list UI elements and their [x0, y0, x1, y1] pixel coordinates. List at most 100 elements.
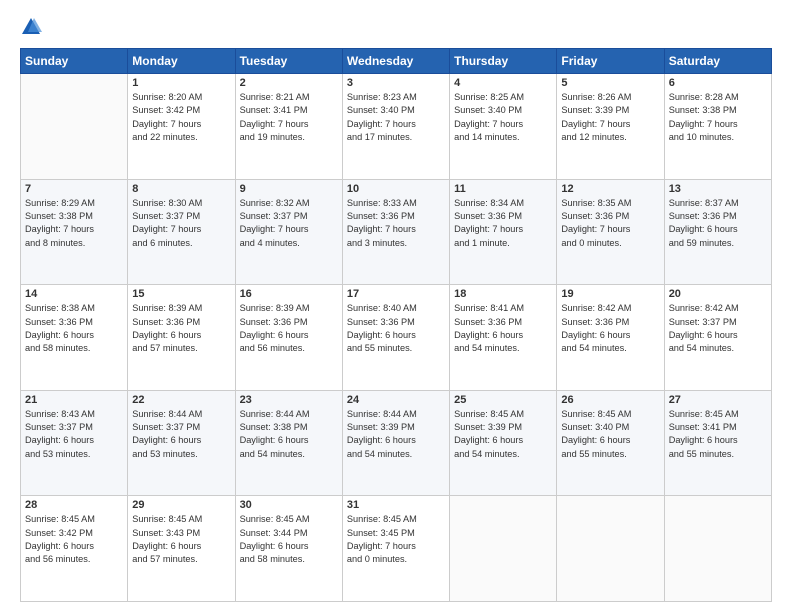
calendar-cell: 30 Sunrise: 8:45 AM Sunset: 3:44 PM Dayli… — [235, 496, 342, 602]
day-number: 15 — [132, 288, 230, 300]
day-info: Sunrise: 8:44 AM Sunset: 3:38 PM Dayligh… — [240, 408, 338, 461]
calendar-cell: 27 Sunrise: 8:45 AM Sunset: 3:41 PM Dayli… — [664, 390, 771, 496]
day-info: Sunrise: 8:44 AM Sunset: 3:37 PM Dayligh… — [132, 408, 230, 461]
day-info: Sunrise: 8:45 AM Sunset: 3:43 PM Dayligh… — [132, 513, 230, 566]
day-info: Sunrise: 8:32 AM Sunset: 3:37 PM Dayligh… — [240, 197, 338, 250]
calendar-cell: 24 Sunrise: 8:44 AM Sunset: 3:39 PM Dayli… — [342, 390, 449, 496]
weekday-header-monday: Monday — [128, 49, 235, 74]
day-info: Sunrise: 8:34 AM Sunset: 3:36 PM Dayligh… — [454, 197, 552, 250]
day-info: Sunrise: 8:45 AM Sunset: 3:45 PM Dayligh… — [347, 513, 445, 566]
calendar-cell: 10 Sunrise: 8:33 AM Sunset: 3:36 PM Dayli… — [342, 179, 449, 285]
calendar-cell: 1 Sunrise: 8:20 AM Sunset: 3:42 PM Daylig… — [128, 74, 235, 180]
calendar-cell: 29 Sunrise: 8:45 AM Sunset: 3:43 PM Dayli… — [128, 496, 235, 602]
day-info: Sunrise: 8:45 AM Sunset: 3:42 PM Dayligh… — [25, 513, 123, 566]
day-info: Sunrise: 8:40 AM Sunset: 3:36 PM Dayligh… — [347, 302, 445, 355]
weekday-header-thursday: Thursday — [450, 49, 557, 74]
day-number: 31 — [347, 499, 445, 511]
day-info: Sunrise: 8:43 AM Sunset: 3:37 PM Dayligh… — [25, 408, 123, 461]
day-info: Sunrise: 8:38 AM Sunset: 3:36 PM Dayligh… — [25, 302, 123, 355]
day-number: 5 — [561, 77, 659, 89]
calendar-cell: 21Sunrise: 8:43 AM Sunset: 3:37 PM Dayli… — [21, 390, 128, 496]
calendar-cell — [557, 496, 664, 602]
calendar-page: SundayMondayTuesdayWednesdayThursdayFrid… — [0, 0, 792, 612]
weekday-header-row: SundayMondayTuesdayWednesdayThursdayFrid… — [21, 49, 772, 74]
day-number: 23 — [240, 394, 338, 406]
calendar-cell: 3 Sunrise: 8:23 AM Sunset: 3:40 PM Daylig… — [342, 74, 449, 180]
day-number: 25 — [454, 394, 552, 406]
calendar-cell — [664, 496, 771, 602]
day-info: Sunrise: 8:45 AM Sunset: 3:41 PM Dayligh… — [669, 408, 767, 461]
calendar-table: SundayMondayTuesdayWednesdayThursdayFrid… — [20, 48, 772, 602]
day-info: Sunrise: 8:25 AM Sunset: 3:40 PM Dayligh… — [454, 91, 552, 144]
calendar-cell: 2 Sunrise: 8:21 AM Sunset: 3:41 PM Daylig… — [235, 74, 342, 180]
day-info: Sunrise: 8:44 AM Sunset: 3:39 PM Dayligh… — [347, 408, 445, 461]
calendar-cell: 25 Sunrise: 8:45 AM Sunset: 3:39 PM Dayli… — [450, 390, 557, 496]
day-info: Sunrise: 8:39 AM Sunset: 3:36 PM Dayligh… — [240, 302, 338, 355]
day-number: 9 — [240, 183, 338, 195]
day-number: 17 — [347, 288, 445, 300]
day-info: Sunrise: 8:33 AM Sunset: 3:36 PM Dayligh… — [347, 197, 445, 250]
weekday-header-wednesday: Wednesday — [342, 49, 449, 74]
weekday-header-friday: Friday — [557, 49, 664, 74]
calendar-cell: 13 Sunrise: 8:37 AM Sunset: 3:36 PM Dayli… — [664, 179, 771, 285]
day-info: Sunrise: 8:21 AM Sunset: 3:41 PM Dayligh… — [240, 91, 338, 144]
calendar-cell: 26 Sunrise: 8:45 AM Sunset: 3:40 PM Dayli… — [557, 390, 664, 496]
day-number: 12 — [561, 183, 659, 195]
week-row-1: 1 Sunrise: 8:20 AM Sunset: 3:42 PM Daylig… — [21, 74, 772, 180]
calendar-cell: 4 Sunrise: 8:25 AM Sunset: 3:40 PM Daylig… — [450, 74, 557, 180]
day-number: 30 — [240, 499, 338, 511]
day-info: Sunrise: 8:45 AM Sunset: 3:40 PM Dayligh… — [561, 408, 659, 461]
weekday-header-sunday: Sunday — [21, 49, 128, 74]
day-number: 2 — [240, 77, 338, 89]
day-number: 11 — [454, 183, 552, 195]
day-info: Sunrise: 8:28 AM Sunset: 3:38 PM Dayligh… — [669, 91, 767, 144]
day-info: Sunrise: 8:20 AM Sunset: 3:42 PM Dayligh… — [132, 91, 230, 144]
day-number: 10 — [347, 183, 445, 195]
week-row-2: 7 Sunrise: 8:29 AM Sunset: 3:38 PM Daylig… — [21, 179, 772, 285]
day-number: 26 — [561, 394, 659, 406]
week-row-5: 28 Sunrise: 8:45 AM Sunset: 3:42 PM Dayli… — [21, 496, 772, 602]
day-number: 29 — [132, 499, 230, 511]
day-info: Sunrise: 8:45 AM Sunset: 3:39 PM Dayligh… — [454, 408, 552, 461]
calendar-cell: 11 Sunrise: 8:34 AM Sunset: 3:36 PM Dayli… — [450, 179, 557, 285]
day-number: 3 — [347, 77, 445, 89]
day-number: 18 — [454, 288, 552, 300]
calendar-cell: 8 Sunrise: 8:30 AM Sunset: 3:37 PM Daylig… — [128, 179, 235, 285]
day-info: Sunrise: 8:41 AM Sunset: 3:36 PM Dayligh… — [454, 302, 552, 355]
calendar-cell: 16 Sunrise: 8:39 AM Sunset: 3:36 PM Dayli… — [235, 285, 342, 391]
day-number: 6 — [669, 77, 767, 89]
day-info: Sunrise: 8:29 AM Sunset: 3:38 PM Dayligh… — [25, 197, 123, 250]
calendar-cell: 18 Sunrise: 8:41 AM Sunset: 3:36 PM Dayli… — [450, 285, 557, 391]
day-number: 27 — [669, 394, 767, 406]
day-info: Sunrise: 8:45 AM Sunset: 3:44 PM Dayligh… — [240, 513, 338, 566]
weekday-header-saturday: Saturday — [664, 49, 771, 74]
day-number: 8 — [132, 183, 230, 195]
day-number: 19 — [561, 288, 659, 300]
calendar-cell — [21, 74, 128, 180]
day-info: Sunrise: 8:30 AM Sunset: 3:37 PM Dayligh… — [132, 197, 230, 250]
weekday-header-tuesday: Tuesday — [235, 49, 342, 74]
calendar-cell: 22Sunrise: 8:44 AM Sunset: 3:37 PM Dayli… — [128, 390, 235, 496]
calendar-cell: 23 Sunrise: 8:44 AM Sunset: 3:38 PM Dayli… — [235, 390, 342, 496]
day-info: Sunrise: 8:23 AM Sunset: 3:40 PM Dayligh… — [347, 91, 445, 144]
day-info: Sunrise: 8:37 AM Sunset: 3:36 PM Dayligh… — [669, 197, 767, 250]
day-number: 14 — [25, 288, 123, 300]
calendar-cell: 9 Sunrise: 8:32 AM Sunset: 3:37 PM Daylig… — [235, 179, 342, 285]
day-number: 28 — [25, 499, 123, 511]
day-number: 16 — [240, 288, 338, 300]
day-number: 24 — [347, 394, 445, 406]
day-info: Sunrise: 8:26 AM Sunset: 3:39 PM Dayligh… — [561, 91, 659, 144]
day-number: 4 — [454, 77, 552, 89]
calendar-cell: 5 Sunrise: 8:26 AM Sunset: 3:39 PM Daylig… — [557, 74, 664, 180]
day-info: Sunrise: 8:39 AM Sunset: 3:36 PM Dayligh… — [132, 302, 230, 355]
week-row-3: 14 Sunrise: 8:38 AM Sunset: 3:36 PM Dayli… — [21, 285, 772, 391]
calendar-cell: 7 Sunrise: 8:29 AM Sunset: 3:38 PM Daylig… — [21, 179, 128, 285]
day-number: 1 — [132, 77, 230, 89]
day-info: Sunrise: 8:42 AM Sunset: 3:36 PM Dayligh… — [561, 302, 659, 355]
day-number: 7 — [25, 183, 123, 195]
header — [20, 16, 772, 38]
calendar-cell: 17 Sunrise: 8:40 AM Sunset: 3:36 PM Dayli… — [342, 285, 449, 391]
calendar-cell: 6 Sunrise: 8:28 AM Sunset: 3:38 PM Daylig… — [664, 74, 771, 180]
day-number: 13 — [669, 183, 767, 195]
day-info: Sunrise: 8:35 AM Sunset: 3:36 PM Dayligh… — [561, 197, 659, 250]
